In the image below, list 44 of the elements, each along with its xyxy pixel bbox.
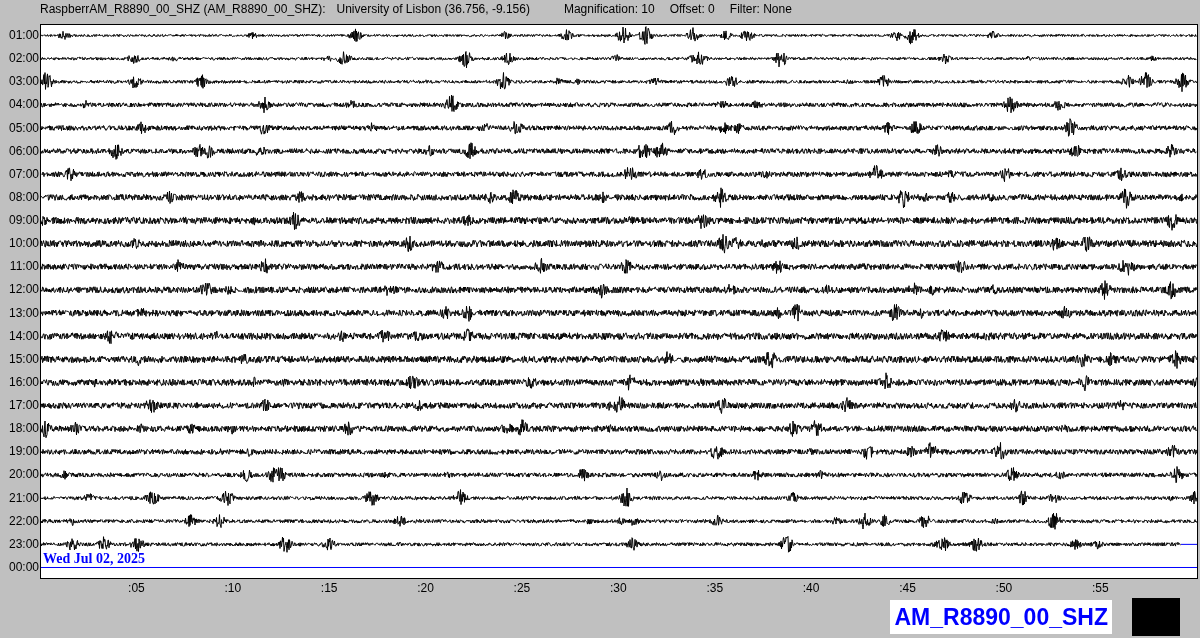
station-title: RaspberrAM_R8890_00_SHZ (AM_R8890_00_SHZ): <box>40 2 326 16</box>
hour-label: 04:00 <box>7 96 40 114</box>
hour-label: 20:00 <box>7 466 40 484</box>
hour-label: 01:00 <box>7 27 40 44</box>
minute-label: :20 <box>417 580 434 597</box>
filter-text: Filter: None <box>729 2 792 16</box>
minute-label: :15 <box>320 580 338 597</box>
hour-label: 22:00 <box>7 512 40 530</box>
minute-label: :05 <box>128 580 145 597</box>
hour-label: 02:00 <box>7 50 40 68</box>
minute-label: :35 <box>706 580 724 597</box>
hour-label: 14:00 <box>7 327 40 345</box>
hour-label: 12:00 <box>7 281 40 299</box>
hour-label: 00:00 <box>7 558 40 576</box>
hour-label: 05:00 <box>7 119 40 137</box>
hour-label: 23:00 <box>7 535 40 553</box>
status-square <box>1132 598 1180 636</box>
hour-label: 17:00 <box>7 397 40 414</box>
minute-label: :25 <box>513 580 531 597</box>
minute-label: :50 <box>995 580 1013 597</box>
hour-label: 15:00 <box>7 350 40 368</box>
hour-label: 21:00 <box>7 489 40 507</box>
station-code-label: AM_R8890_00_SHZ <box>890 600 1112 634</box>
date-label: Wed Jul 02, 2025 <box>43 550 145 569</box>
hour-label: 07:00 <box>7 165 40 183</box>
hour-label: 11:00 <box>8 258 40 276</box>
hour-label: 09:00 <box>7 212 40 229</box>
pending-baseline <box>1180 543 1197 545</box>
location-text: University of Lisbon (36.756, -9.156) <box>336 2 530 16</box>
magnification-text: Magnification: 10 <box>563 2 655 16</box>
hour-label: 06:00 <box>7 142 40 160</box>
minute-label: :45 <box>899 580 916 597</box>
minute-label: :40 <box>802 580 820 597</box>
offset-text: Offset: 0 <box>669 2 715 16</box>
hour-label: 13:00 <box>7 304 40 322</box>
hour-label: 18:00 <box>7 420 40 438</box>
hour-label: 03:00 <box>7 73 40 91</box>
hour-label: 08:00 <box>7 188 40 206</box>
minute-label: :55 <box>1091 580 1109 597</box>
hour-label: 16:00 <box>7 373 40 391</box>
minute-label: :30 <box>610 580 627 597</box>
hour-label: 10:00 <box>7 235 40 253</box>
minute-label: :10 <box>224 580 242 597</box>
hour-label: 19:00 <box>7 443 40 461</box>
